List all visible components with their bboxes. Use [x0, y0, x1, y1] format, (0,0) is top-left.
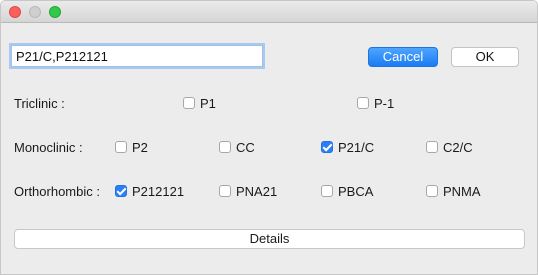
space-group-input[interactable]	[11, 45, 263, 67]
ok-button[interactable]: OK	[451, 47, 519, 67]
option-pbca[interactable]: PBCA	[321, 183, 373, 199]
zoom-window-icon[interactable]	[49, 6, 61, 18]
option-label: C2/C	[443, 139, 473, 155]
dialog-window: Cancel OK Triclinic : P1 P-1 Monoclinic …	[0, 0, 538, 275]
option-label: PNMA	[443, 183, 481, 199]
checkbox[interactable]	[183, 97, 195, 109]
option-p212121[interactable]: P212121	[115, 183, 184, 199]
checkbox[interactable]	[321, 185, 333, 197]
option-p-1[interactable]: P-1	[357, 95, 394, 111]
title-bar	[1, 1, 537, 23]
checkbox[interactable]	[219, 141, 231, 153]
option-label: PBCA	[338, 183, 374, 199]
close-window-icon[interactable]	[9, 6, 21, 18]
option-p21c[interactable]: P21/C	[321, 139, 374, 155]
checkbox[interactable]	[426, 141, 438, 153]
checkbox[interactable]	[115, 141, 127, 153]
triclinic-label: Triclinic :	[14, 96, 65, 111]
checkbox[interactable]	[219, 185, 231, 197]
option-cc[interactable]: CC	[219, 139, 255, 155]
checkbox[interactable]	[115, 185, 127, 197]
orthorhombic-label: Orthorhombic :	[14, 184, 100, 199]
option-label: P21/C	[338, 139, 375, 155]
option-p2[interactable]: P2	[115, 139, 148, 155]
checkbox[interactable]	[357, 97, 369, 109]
monoclinic-label: Monoclinic :	[14, 140, 83, 155]
option-label: CC	[236, 139, 255, 155]
option-label: P-1	[374, 95, 395, 111]
option-label: P2	[132, 139, 148, 155]
option-label: P1	[200, 95, 216, 111]
option-pna21[interactable]: PNA21	[219, 183, 277, 199]
option-label: P212121	[132, 183, 185, 199]
details-button[interactable]: Details	[14, 229, 525, 249]
option-c2c[interactable]: C2/C	[426, 139, 473, 155]
option-p1[interactable]: P1	[183, 95, 216, 111]
option-label: PNA21	[236, 183, 278, 199]
checkbox[interactable]	[321, 141, 333, 153]
checkbox[interactable]	[426, 185, 438, 197]
minimize-window-icon[interactable]	[29, 6, 41, 18]
cancel-button[interactable]: Cancel	[368, 47, 438, 67]
option-pnma[interactable]: PNMA	[426, 183, 481, 199]
